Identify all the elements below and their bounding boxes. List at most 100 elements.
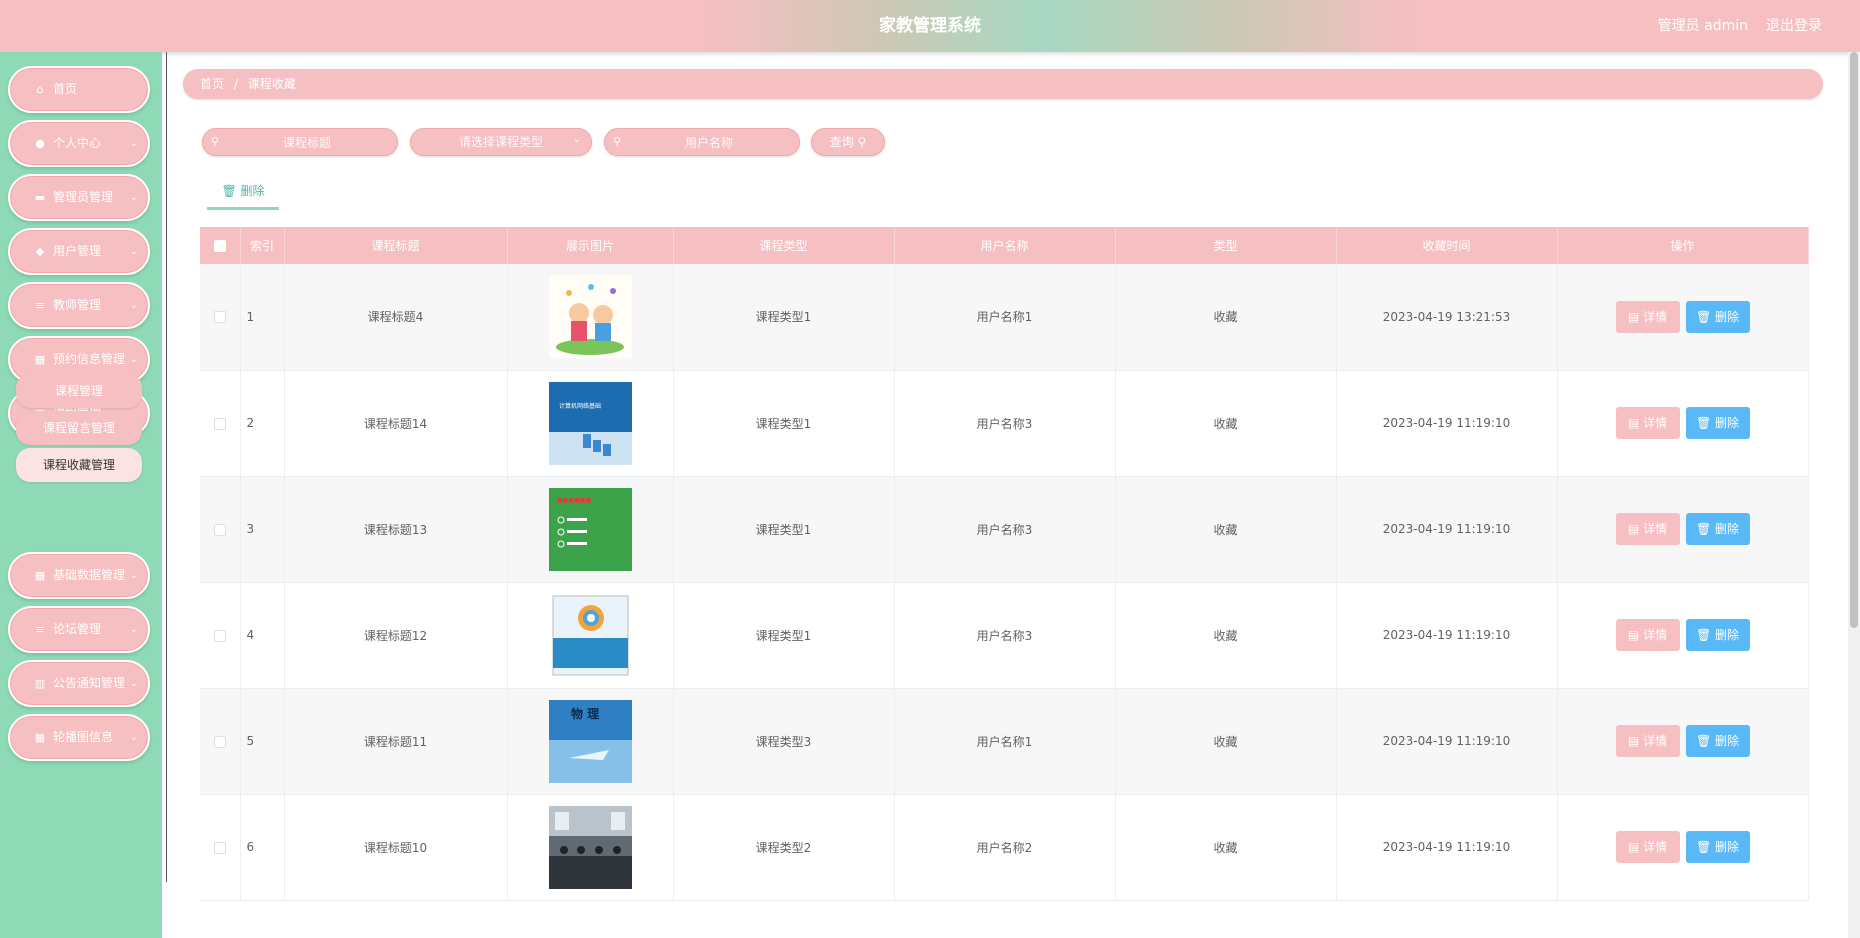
row-select-cell[interactable] [200, 582, 241, 689]
chat-icon: ▬ [34, 191, 46, 204]
menu-icon: ≡ [35, 623, 45, 636]
sidebar-subitem[interactable]: 课程留言管理 [16, 411, 142, 445]
sidebar-item[interactable]: ◆ 用户管理 ⌄ [8, 228, 150, 275]
chevron-down-icon: ⌄ [129, 624, 138, 635]
svg-text:■■■■■■: ■■■■■■ [557, 497, 591, 504]
row-checkbox[interactable] [213, 841, 226, 854]
row-select-cell[interactable] [200, 794, 241, 901]
row-time: 2023-04-19 11:19:10 [1336, 688, 1558, 795]
logout-link[interactable]: 退出登录 [1766, 0, 1822, 52]
row-image-cell [507, 582, 674, 689]
row-title: 课程标题14 [284, 370, 508, 477]
document-icon: ▤ [1627, 309, 1644, 324]
detail-button[interactable]: ▤ 详情 [1615, 407, 1680, 439]
chevron-down-icon: ⌄ [129, 246, 138, 257]
user-search-field[interactable]: ⚲ [604, 128, 800, 156]
row-image-cell [507, 794, 674, 901]
column-header: 类型 [1115, 227, 1337, 264]
row-select-cell[interactable] [200, 688, 241, 795]
sidebar-subitem[interactable]: 课程管理 [16, 374, 142, 408]
trash-icon: 🗑 [1695, 416, 1716, 430]
row-kind: 收藏 [1115, 476, 1337, 583]
row-select-cell[interactable] [200, 476, 241, 583]
batch-delete-button[interactable]: 🗑 删除 [207, 180, 279, 210]
sidebar-item-label: 论坛管理 [53, 622, 102, 636]
thumb-icon: ◆ [35, 245, 45, 258]
table-row: 5 课程标题11 物 理 课程类型3 用户名称1 收藏 2023-04-19 11:19:1… [200, 688, 1809, 795]
grid-icon: ▦ [34, 569, 46, 582]
sidebar-item[interactable]: ≡ 论坛管理 ⌄ [8, 606, 150, 653]
delete-button[interactable]: 🗑 删除 [1685, 300, 1750, 333]
row-user-name: 用户名称3 [894, 582, 1116, 689]
list-icon: ≡ [35, 299, 45, 312]
detail-button[interactable]: ▤ 详情 [1615, 300, 1680, 333]
vertical-scrollbar[interactable] [1848, 52, 1860, 938]
document-icon: ▤ [1627, 522, 1644, 536]
sidebar-item-label: 教师管理 [53, 298, 102, 312]
row-checkbox[interactable] [213, 417, 226, 430]
course-image: 计算机网络基础 [548, 381, 632, 465]
trash-icon: 🗑 [1695, 522, 1716, 536]
sidebar-item[interactable]: ⌂ 首页 [8, 66, 150, 113]
row-actions: ▤ 详情 🗑 删除 [1557, 476, 1809, 583]
current-user: 管理员 admin [1657, 18, 1748, 34]
row-checkbox[interactable] [213, 311, 226, 324]
delete-button[interactable]: 🗑 删除 [1685, 725, 1750, 757]
row-checkbox[interactable] [213, 523, 226, 536]
row-user-name: 用户名称3 [894, 370, 1116, 477]
delete-button[interactable]: 🗑 删除 [1685, 513, 1750, 545]
row-course-type: 课程类型1 [673, 370, 895, 477]
detail-button[interactable]: ▤ 详情 [1615, 619, 1680, 651]
row-actions: ▤ 详情 🗑 删除 [1557, 688, 1809, 795]
row-course-type: 课程类型1 [673, 264, 895, 371]
row-checkbox[interactable] [213, 629, 226, 642]
course-image: ■■■■■■ [548, 487, 632, 571]
sidebar-item[interactable]: ● 个人中心 ⌄ [8, 120, 150, 167]
sidebar-item[interactable]: ▬ 管理员管理 ⌄ [8, 174, 150, 221]
row-index: 4 [240, 582, 285, 689]
column-header: 操作 [1557, 227, 1809, 264]
detail-button[interactable]: ▤ 详情 [1615, 831, 1680, 863]
scrollbar-thumb[interactable] [1850, 52, 1858, 628]
title-search-field[interactable]: ⚲ [202, 128, 398, 156]
sidebar-item-label: 用户管理 [53, 244, 102, 258]
sidebar-item[interactable]: ▦ 轮播图信息 ⌄ [8, 714, 150, 761]
detail-button[interactable]: ▤ 详情 [1615, 513, 1680, 545]
sidebar-item-label: 基础数据管理 [53, 568, 126, 582]
content-divider [166, 52, 167, 882]
column-header: 课程类型 [673, 227, 895, 264]
breadcrumb-separator: / [233, 77, 238, 91]
detail-button[interactable]: ▤ 详情 [1615, 725, 1680, 757]
sidebar-item-label: 个人中心 [53, 136, 102, 150]
sidebar-item[interactable]: ≡ 教师管理 ⌄ [8, 282, 150, 329]
select-all-cell[interactable] [200, 227, 241, 264]
column-header: 展示图片 [507, 227, 674, 264]
trash-icon: 🗑 [1695, 840, 1716, 854]
row-checkbox[interactable] [213, 735, 226, 748]
query-button[interactable]: 查询 ⚲ [811, 128, 885, 156]
delete-button[interactable]: 🗑 删除 [1685, 619, 1750, 651]
row-select-cell[interactable] [200, 264, 241, 371]
delete-label: 删除 [1715, 309, 1740, 324]
breadcrumb-current: 课程收藏 [247, 77, 296, 91]
breadcrumb-home[interactable]: 首页 [200, 77, 224, 91]
delete-button[interactable]: 🗑 删除 [1685, 407, 1750, 439]
delete-button[interactable]: 🗑 删除 [1685, 831, 1750, 863]
row-actions: ▤ 详情 🗑 删除 [1557, 370, 1809, 477]
course-type-select[interactable]: 请选择课程类型 ⌄ [410, 128, 592, 156]
row-course-type: 课程类型1 [673, 582, 895, 689]
column-header: 课程标题 [284, 227, 508, 264]
sidebar-subitem[interactable]: 课程收藏管理 [16, 448, 142, 482]
select-all-checkbox[interactable] [213, 240, 226, 252]
detail-label: 详情 [1643, 628, 1668, 642]
row-time: 2023-04-19 11:19:10 [1336, 476, 1558, 583]
query-label: 查询 [829, 135, 854, 149]
title-search-input[interactable] [225, 133, 389, 153]
detail-label: 详情 [1643, 840, 1668, 854]
row-select-cell[interactable] [200, 370, 241, 477]
sidebar-item[interactable]: ▦ 基础数据管理 ⌄ [8, 552, 150, 599]
user-search-input[interactable] [627, 133, 791, 153]
row-actions: ▤ 详情 🗑 删除 [1557, 794, 1809, 901]
sidebar-item[interactable]: ▥ 公告通知管理 ⌄ [8, 660, 150, 707]
row-actions: ▤ 详情 🗑 删除 [1557, 264, 1809, 371]
